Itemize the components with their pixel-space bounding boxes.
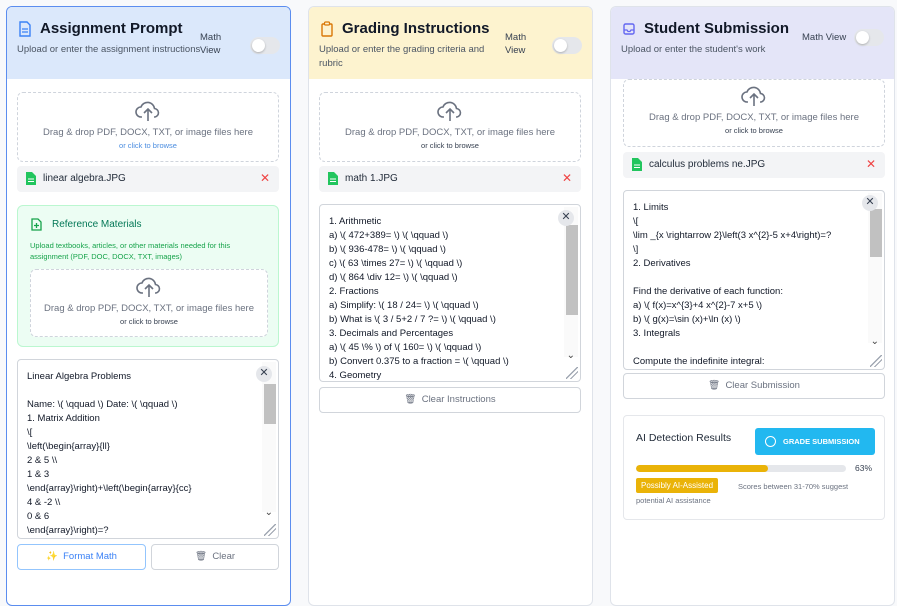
math-view-toggle[interactable] xyxy=(552,37,582,54)
submission-dropzone[interactable]: Drag & drop PDF, DOCX, TXT, or image fil… xyxy=(623,79,885,147)
browse-link[interactable]: or click to browse xyxy=(624,126,884,135)
clear-instructions-label: Clear Instructions xyxy=(421,394,496,405)
assignment-subtitle: Upload or enter the assignment instructi… xyxy=(17,44,201,55)
file-name: linear algebra.JPG xyxy=(43,173,126,184)
assignment-text: Linear Algebra Problems Name: \( \qquad … xyxy=(27,371,192,536)
remove-file-icon[interactable]: ✕ xyxy=(562,171,572,185)
file-name: math 1.JPG xyxy=(345,173,398,184)
format-math-label: Format Math xyxy=(63,551,117,562)
format-math-button[interactable]: ✨ Format Math xyxy=(17,544,146,570)
document-icon xyxy=(19,21,31,37)
submission-header: Student Submission Upload or enter the s… xyxy=(611,7,894,79)
trash-icon: 🗑 xyxy=(404,394,417,405)
clear-submission-label: Clear Submission xyxy=(725,380,800,391)
submission-title: Student Submission xyxy=(644,20,790,37)
reference-dropzone[interactable]: Drag & drop PDF, DOCX, TXT, or image fil… xyxy=(30,269,268,337)
upload-cloud-icon xyxy=(135,101,160,121)
ai-score-bar xyxy=(636,465,846,472)
reference-subtitle: Upload textbooks, articles, or other mat… xyxy=(30,241,231,261)
inbox-icon xyxy=(623,23,635,35)
file-icon xyxy=(632,158,642,171)
assignment-title: Assignment Prompt xyxy=(40,20,183,37)
resize-handle[interactable] xyxy=(264,524,276,536)
math-view-toggle[interactable] xyxy=(250,37,280,54)
submission-text: 1. Limits \[ \lim _{x \rightarrow 2}\lef… xyxy=(633,202,832,367)
submission-panel: Student Submission Upload or enter the s… xyxy=(610,6,895,606)
file-icon xyxy=(26,172,36,185)
clear-instructions-button[interactable]: 🗑 Clear Instructions xyxy=(319,387,581,413)
upload-cloud-icon xyxy=(136,277,161,297)
scrollbar[interactable] xyxy=(564,207,578,357)
ai-detection-title: AI Detection Results xyxy=(636,432,732,444)
scroll-down-icon[interactable]: ⌄ xyxy=(265,507,273,518)
grading-dropzone[interactable]: Drag & drop PDF, DOCX, TXT, or image fil… xyxy=(319,92,581,162)
submission-textarea[interactable]: 1. Limits \[ \lim _{x \rightarrow 2}\lef… xyxy=(623,190,885,370)
ai-detection-card: AI Detection Results GRADE SUBMISSION 63… xyxy=(623,415,885,520)
add-file-icon xyxy=(31,218,42,231)
trash-icon: 🗑 xyxy=(194,551,208,562)
upload-cloud-icon xyxy=(437,101,462,121)
clear-text-icon[interactable]: ✕ xyxy=(862,195,878,211)
assignment-file: linear algebra.JPG ✕ xyxy=(17,166,279,192)
math-view-label: Math View xyxy=(200,32,222,56)
reference-title: Reference Materials xyxy=(52,219,142,230)
grade-submission-label: GRADE SUBMISSION xyxy=(783,437,860,446)
scrollbar[interactable] xyxy=(868,193,882,343)
math-view-label: Math View xyxy=(505,32,527,56)
dropzone-text: Drag & drop PDF, DOCX, TXT, or image fil… xyxy=(649,112,859,123)
assignment-panel: Assignment Prompt Upload or enter the as… xyxy=(6,6,291,606)
ai-status-badge: Possibly AI-Assisted xyxy=(636,478,719,493)
scrollbar[interactable] xyxy=(262,362,276,512)
assignment-dropzone[interactable]: Drag & drop PDF, DOCX, TXT, or image fil… xyxy=(17,92,279,162)
trash-icon: 🗑 xyxy=(708,380,721,391)
remove-file-icon[interactable]: ✕ xyxy=(866,157,876,171)
submission-file: calculus problems ne.JPG ✕ xyxy=(623,152,885,178)
grading-title: Grading Instructions xyxy=(342,20,490,37)
clear-text-icon[interactable]: ✕ xyxy=(558,210,574,226)
dropzone-text: Drag & drop PDF, DOCX, TXT, or image fil… xyxy=(43,127,253,138)
dropzone-text: Drag & drop PDF, DOCX, TXT, or image fil… xyxy=(44,303,254,314)
ai-score-percent: 63% xyxy=(854,463,872,473)
clear-label: Clear xyxy=(212,551,236,562)
clear-text-icon[interactable]: ✕ xyxy=(256,366,272,382)
clipboard-icon xyxy=(321,21,333,37)
grading-file: math 1.JPG ✕ xyxy=(319,166,581,192)
clear-button[interactable]: 🗑 Clear xyxy=(151,544,279,570)
browse-link[interactable]: or click to browse xyxy=(18,141,278,150)
scroll-down-icon[interactable]: ⌄ xyxy=(871,336,879,347)
ai-score-fill xyxy=(636,465,769,472)
math-view-label: Math View xyxy=(802,32,847,43)
assignment-textarea[interactable]: Linear Algebra Problems Name: \( \qquad … xyxy=(17,359,279,539)
grading-text: 1. Arithmetic a) \( 472+389= \) \( \qqua… xyxy=(329,216,509,381)
grading-subtitle: Upload or enter the grading criteria and… xyxy=(319,44,485,69)
check-circle-icon xyxy=(765,436,776,447)
browse-link[interactable]: or click to browse xyxy=(320,141,580,150)
scroll-down-icon[interactable]: ⌄ xyxy=(567,350,575,361)
dropzone-text: Drag & drop PDF, DOCX, TXT, or image fil… xyxy=(345,127,555,138)
reference-materials: Reference Materials Upload textbooks, ar… xyxy=(17,205,279,347)
assignment-header: Assignment Prompt Upload or enter the as… xyxy=(7,7,290,79)
browse-link[interactable]: or click to browse xyxy=(31,317,267,326)
file-name: calculus problems ne.JPG xyxy=(649,159,766,170)
math-view-toggle[interactable] xyxy=(854,29,884,46)
clear-submission-button[interactable]: 🗑 Clear Submission xyxy=(623,373,885,399)
remove-file-icon[interactable]: ✕ xyxy=(260,171,270,185)
submission-subtitle: Upload or enter the student's work xyxy=(621,44,766,55)
grade-submission-button[interactable]: GRADE SUBMISSION xyxy=(755,428,875,455)
grading-panel: Grading Instructions Upload or enter the… xyxy=(308,6,593,606)
grading-header: Grading Instructions Upload or enter the… xyxy=(309,7,592,79)
resize-handle[interactable] xyxy=(870,355,882,367)
resize-handle[interactable] xyxy=(566,367,578,379)
file-icon xyxy=(328,172,338,185)
magic-wand-icon: ✨ xyxy=(46,551,58,562)
upload-cloud-icon xyxy=(741,86,766,106)
grading-textarea[interactable]: 1. Arithmetic a) \( 472+389= \) \( \qqua… xyxy=(319,204,581,382)
